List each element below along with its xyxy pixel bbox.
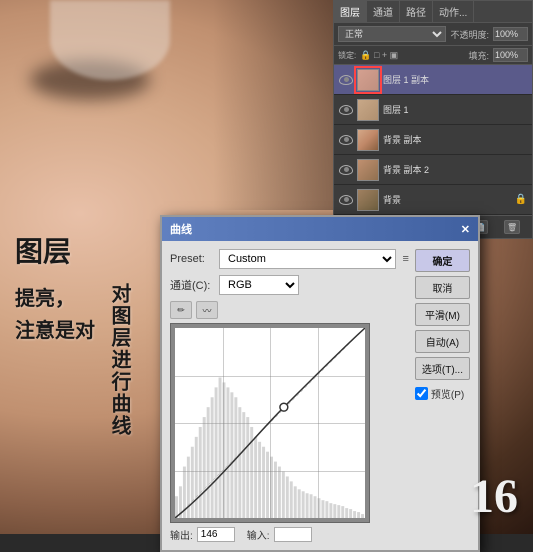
options-button[interactable]: 选项(T)... — [415, 357, 470, 380]
layer-name-bg-copy: 背景 副本 — [383, 133, 527, 146]
eye-icon-1[interactable] — [339, 105, 353, 115]
layer-name-bg-copy2: 背景 副本 2 — [383, 163, 527, 176]
layer-thumb-bg-copy — [357, 129, 379, 151]
preset-label: Preset: — [170, 253, 215, 265]
lock-icon-bg: 🔒 — [515, 194, 527, 205]
preview-row: 预览(P) — [415, 386, 470, 401]
preset-row: Preset: Custom ≡ — [170, 249, 409, 269]
tab-actions[interactable]: 动作... — [433, 1, 474, 22]
layer-name-bg: 背景 — [383, 193, 511, 206]
channel-select[interactable]: RGB — [219, 275, 299, 295]
layer-thumb-1 — [357, 99, 379, 121]
layer-name-copy1: 图层 1 副本 — [383, 73, 527, 86]
curves-graph — [170, 323, 370, 523]
annotation-vertical: 对图层进行曲线 — [103, 283, 135, 437]
eye-icon-bg[interactable] — [339, 195, 353, 205]
curves-line-svg — [175, 328, 365, 518]
annotation-sub: 注意是对 — [15, 315, 95, 347]
page-number: 16 — [470, 469, 518, 524]
smooth-button[interactable]: 平滑(M) — [415, 303, 470, 326]
curve-smooth-icon[interactable]: 〰 — [196, 301, 218, 319]
curves-main: Preset: Custom ≡ 通道(C): RGB ✏ 〰 — [170, 249, 409, 542]
layer-row-bg-copy2[interactable]: 背景 副本 2 — [334, 155, 532, 185]
blend-mode-select[interactable]: 正常 — [338, 26, 446, 42]
preview-label: 预览(P) — [431, 386, 464, 401]
cancel-button[interactable]: 取消 — [415, 276, 470, 299]
layer-row-bg-copy[interactable]: 背景 副本 — [334, 125, 532, 155]
delete-layer-button[interactable]: 🗑 — [504, 220, 520, 234]
tab-paths[interactable]: 路径 — [400, 1, 433, 22]
layer-thumb-bg — [357, 189, 379, 211]
curves-dialog: 曲线 ✕ Preset: Custom ≡ 通道(C): RGB — [160, 215, 480, 552]
eye-icon-bg-copy2[interactable] — [339, 165, 353, 175]
opacity-label: 不透明度: — [450, 28, 489, 41]
fill-label: 填充: — [468, 49, 489, 62]
curves-body: Preset: Custom ≡ 通道(C): RGB ✏ 〰 — [162, 241, 478, 550]
eye-icon-bg-copy[interactable] — [339, 135, 353, 145]
output-label: 输出: — [170, 527, 193, 542]
curves-close-icon[interactable]: ✕ — [461, 223, 470, 236]
curves-tool-icons: ✏ 〰 — [170, 301, 409, 319]
layer-row-1[interactable]: 图层 1 — [334, 95, 532, 125]
annotation-lines: 提亮， 注意是对 — [15, 283, 95, 347]
curves-buttons-panel: 确定 取消 平滑(M) 自动(A) 选项(T)... 预览(P) — [415, 249, 470, 542]
fill-input[interactable] — [493, 48, 528, 62]
curves-graph-inner — [175, 328, 365, 518]
lock-label: 锁定: — [338, 50, 356, 61]
ok-button[interactable]: 确定 — [415, 249, 470, 272]
eye-icon-copy1[interactable] — [339, 75, 353, 85]
layers-tabs: 图层 通道 路径 动作... — [334, 1, 532, 23]
preview-checkbox[interactable] — [415, 387, 428, 400]
channel-label: 通道(C): — [170, 277, 215, 293]
layer-thumb-bg-copy2 — [357, 159, 379, 181]
input-label: 输入: — [247, 527, 270, 542]
tab-channels[interactable]: 通道 — [367, 1, 400, 22]
layers-panel: 图层 通道 路径 动作... 正常 不透明度: 锁定: 🔒 □ + ▣ 填充: … — [333, 0, 533, 239]
lock-icons: 🔒 □ + ▣ — [360, 50, 398, 61]
channel-row: 通道(C): RGB — [170, 275, 409, 295]
input-input[interactable] — [274, 527, 312, 542]
layer-row-copy1[interactable]: 图层 1 副本 — [334, 65, 532, 95]
curve-pencil-icon[interactable]: ✏ — [170, 301, 192, 319]
opacity-input[interactable] — [493, 27, 528, 41]
preset-menu-icon[interactable]: ≡ — [402, 253, 408, 265]
tab-layers[interactable]: 图层 — [334, 1, 367, 22]
layer-thumb-copy1 — [357, 69, 379, 91]
output-input[interactable] — [197, 527, 235, 542]
layer-row-bg[interactable]: 背景 🔒 — [334, 185, 532, 215]
output-row: 输出: 输入: — [170, 527, 409, 542]
curves-title-bar: 曲线 ✕ — [162, 217, 478, 241]
layer-name-1: 图层 1 — [383, 103, 527, 116]
preset-select[interactable]: Custom — [219, 249, 396, 269]
auto-button[interactable]: 自动(A) — [415, 330, 470, 353]
curves-title-text: 曲线 — [170, 221, 192, 237]
